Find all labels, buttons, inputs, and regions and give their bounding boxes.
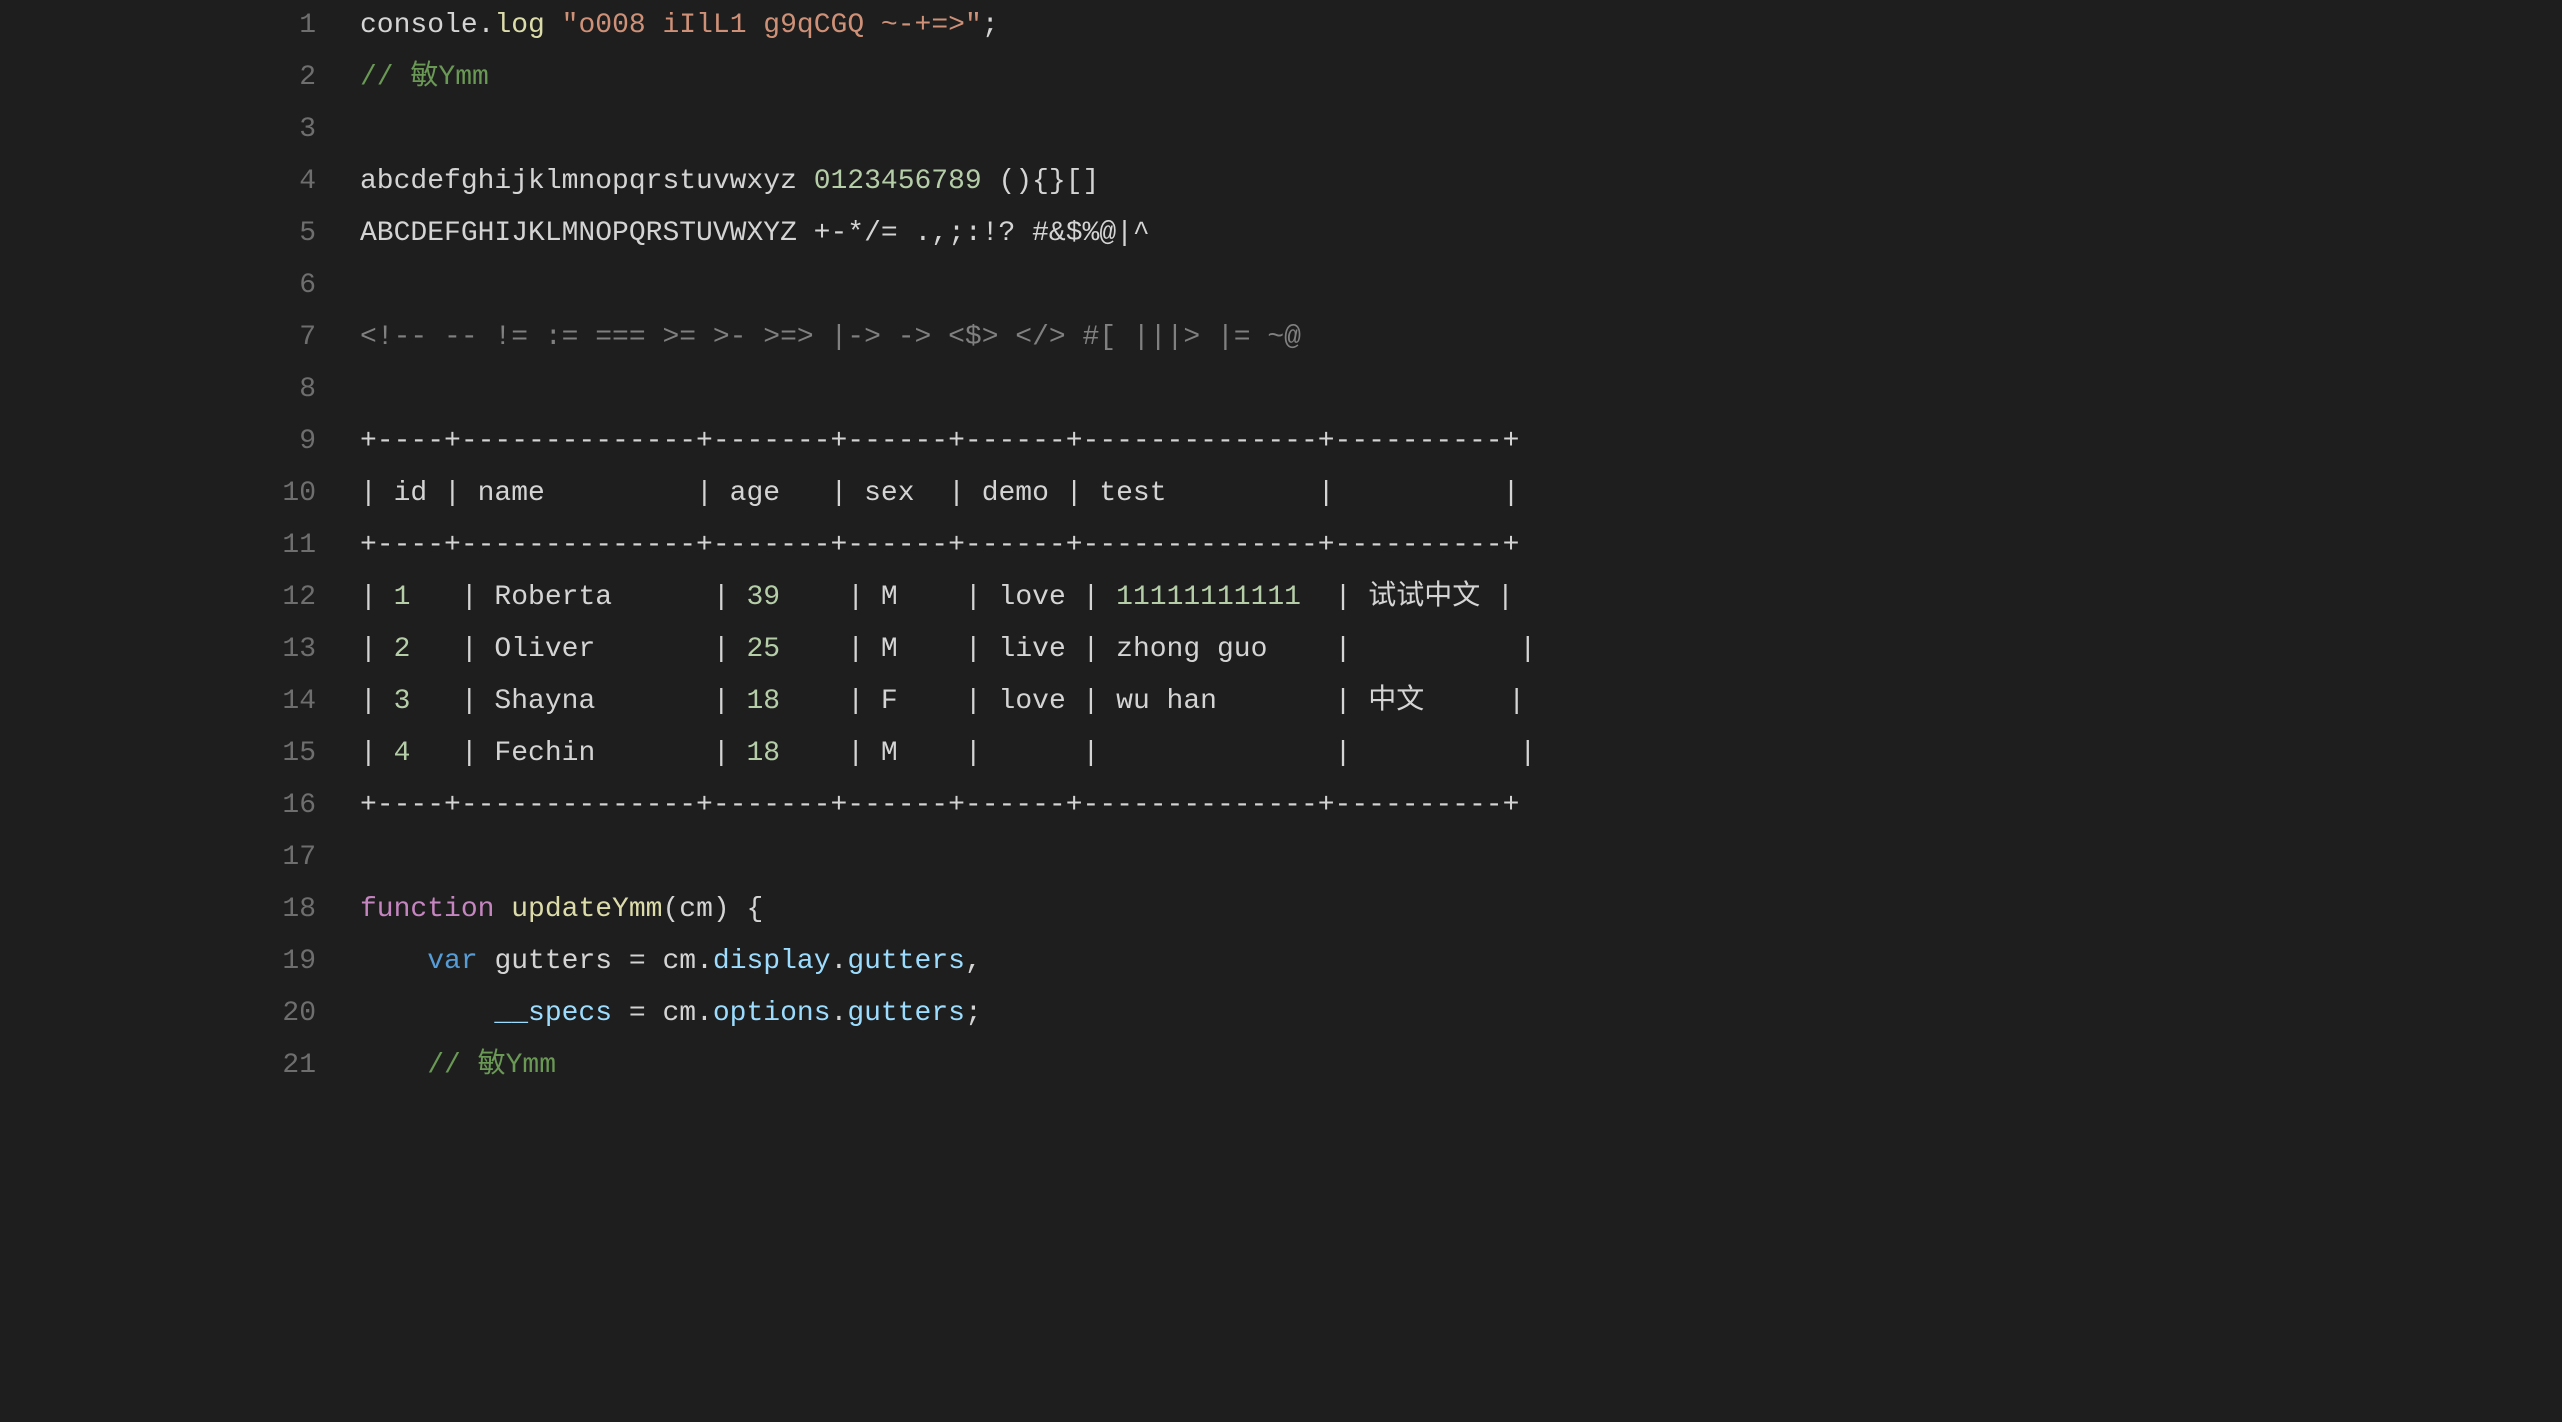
code-line-16: +----+--------------+-------+------+----… [360,780,2562,832]
code-line-11: +----+--------------+-------+------+----… [360,520,2562,572]
line-number-4: 4 [0,156,316,208]
line-number-9: 9 [0,416,316,468]
code-line-4: abcdefghijklmnopqrstuvwxyz 0123456789 ()… [360,156,2562,208]
code-line-13: | 2 | Oliver | 25 | M | live | zhong guo… [360,624,2562,676]
code-line-1: console.log "o008 iIlL1 g9qCGQ ~-+=>"; [360,0,2562,52]
code-line-21: // 敏Ymm [360,1040,2562,1092]
code-line-5: ABCDEFGHIJKLMNOPQRSTUVWXYZ +-*/= .,;:!? … [360,208,2562,260]
line-number-12: 12 [0,572,316,624]
code-line-19: var gutters = cm.display.gutters, [360,936,2562,988]
line-number-10: 10 [0,468,316,520]
code-line-15: | 4 | Fechin | 18 | M | | | | [360,728,2562,780]
line-numbers: 123456789101112131415161718192021 [0,0,340,1422]
line-number-15: 15 [0,728,316,780]
code-line-20: __specs = cm.options.gutters; [360,988,2562,1040]
code-line-10: | id | name | age | sex | demo | test | … [360,468,2562,520]
line-number-11: 11 [0,520,316,572]
line-number-13: 13 [0,624,316,676]
code-line-17 [360,832,2562,884]
line-number-1: 1 [0,0,316,52]
code-line-8 [360,364,2562,416]
line-number-2: 2 [0,52,316,104]
code-line-2: // 敏Ymm [360,52,2562,104]
line-number-16: 16 [0,780,316,832]
line-number-3: 3 [0,104,316,156]
code-line-14: | 3 | Shayna | 18 | F | love | wu han | … [360,676,2562,728]
code-area: console.log "o008 iIlL1 g9qCGQ ~-+=>";//… [340,0,2562,1422]
line-number-17: 17 [0,832,316,884]
line-number-8: 8 [0,364,316,416]
code-line-6 [360,260,2562,312]
line-number-18: 18 [0,884,316,936]
line-number-6: 6 [0,260,316,312]
code-line-7: <!-- -- != := === >= >- >=> |-> -> <$> <… [360,312,2562,364]
line-number-7: 7 [0,312,316,364]
line-number-14: 14 [0,676,316,728]
code-line-9: +----+--------------+-------+------+----… [360,416,2562,468]
line-number-19: 19 [0,936,316,988]
line-number-21: 21 [0,1040,316,1092]
code-line-18: function updateYmm(cm) { [360,884,2562,936]
line-number-5: 5 [0,208,316,260]
line-number-20: 20 [0,988,316,1040]
code-line-3 [360,104,2562,156]
code-line-12: | 1 | Roberta | 39 | M | love | 11111111… [360,572,2562,624]
